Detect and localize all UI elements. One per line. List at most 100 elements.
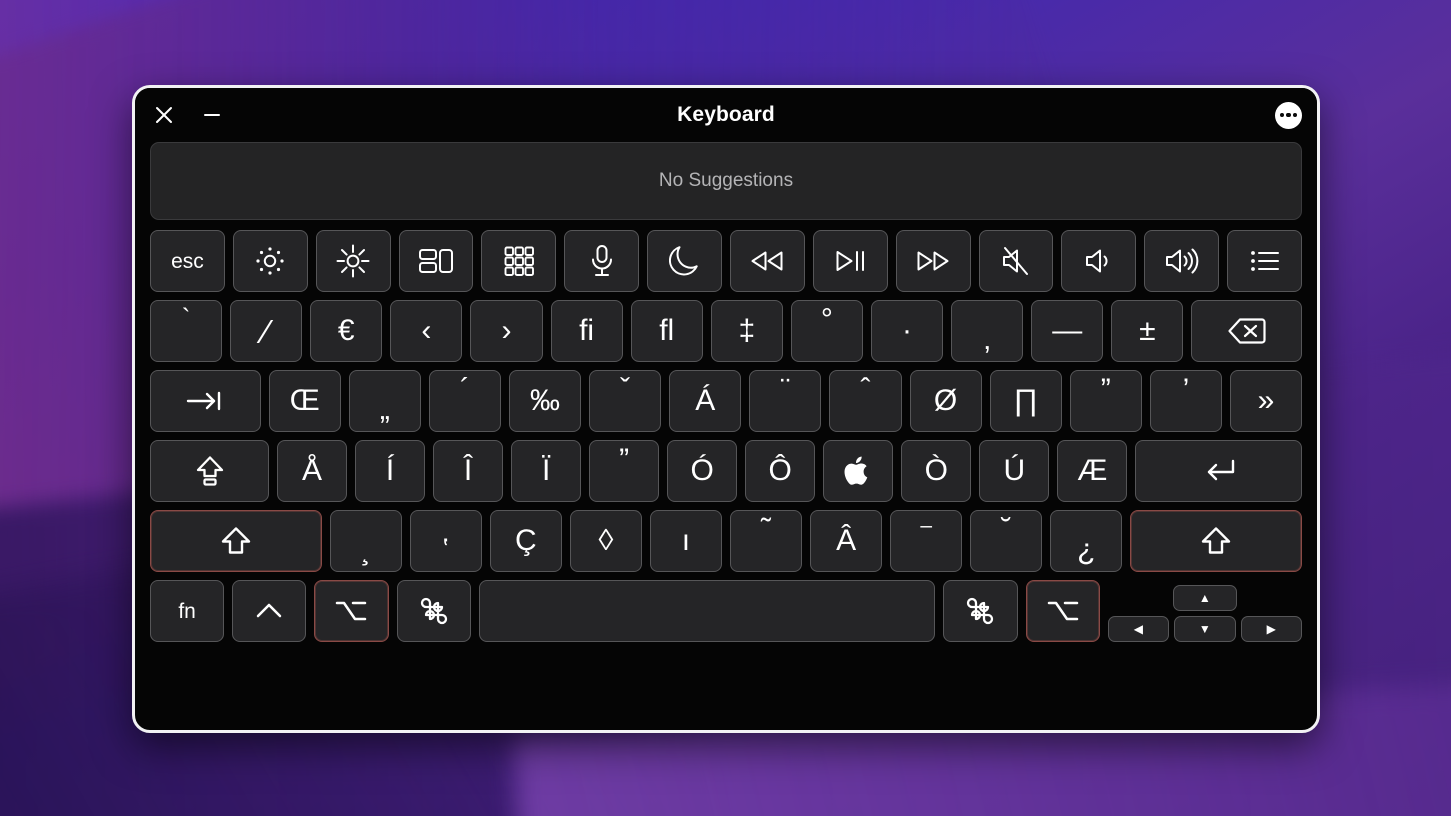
list-icon (1249, 248, 1281, 274)
key-euro[interactable]: € (310, 300, 383, 362)
key-breve[interactable]: ˘ (970, 510, 1043, 572)
key-arrow-up[interactable]: ▲ (1172, 585, 1238, 611)
key-command-left[interactable] (396, 580, 471, 642)
key-brightness-down[interactable] (232, 230, 308, 292)
rewind-icon (749, 248, 785, 274)
key-low-comma[interactable]: ‚ (951, 300, 1024, 362)
key-dictation[interactable] (564, 230, 640, 292)
key-o-grave-label: Ò (924, 454, 948, 487)
key-arrow-left[interactable]: ◀ (1107, 616, 1170, 642)
key-o-grave[interactable]: Ò (901, 440, 972, 502)
minimize-button[interactable] (197, 100, 227, 130)
arrow-bottom-row: ◀ ▼ ▶ (1107, 616, 1303, 642)
key-rewind[interactable] (730, 230, 805, 292)
key-reversed-quote[interactable]: ‛ (409, 510, 482, 572)
key-caron[interactable]: ˇ (589, 370, 662, 432)
suggestion-bar[interactable]: No Suggestions (150, 142, 1302, 220)
key-fast-forward[interactable] (895, 230, 971, 292)
key-control[interactable] (232, 580, 307, 642)
key-shift-left[interactable] (150, 510, 322, 572)
key-oe-ligature[interactable]: Œ (268, 370, 341, 432)
key-o-acute[interactable]: Ó (667, 440, 738, 502)
key-dotless-i[interactable]: ı (649, 510, 722, 572)
key-launchpad[interactable] (481, 230, 557, 292)
key-option-right[interactable] (1025, 580, 1100, 642)
key-delete[interactable] (1191, 300, 1303, 362)
key-a-acute[interactable]: Á (669, 370, 742, 432)
key-em-dash[interactable]: — (1031, 300, 1104, 362)
key-apple-logo[interactable] (823, 440, 894, 502)
key-double-dagger[interactable]: ‡ (710, 300, 783, 362)
arrow-top-row: ▲ (1108, 585, 1302, 611)
key-degree-label: ° (820, 303, 833, 336)
key-a-ring-label: Å (302, 454, 323, 487)
key-volume-up[interactable] (1144, 230, 1220, 292)
key-diaeresis-label: ¨ (780, 373, 791, 406)
key-arrow-down[interactable]: ▼ (1174, 616, 1236, 642)
key-tilde[interactable]: ˜ (729, 510, 803, 572)
key-lozenge[interactable]: ◊ (569, 510, 642, 572)
key-circumflex[interactable]: ˆ (829, 370, 902, 432)
key-grave[interactable]: ` (150, 300, 223, 362)
key-shift-right[interactable] (1130, 510, 1302, 572)
key-volume-down[interactable] (1061, 230, 1137, 292)
key-right-double-quote-2[interactable]: ” (589, 440, 660, 502)
key-command-right[interactable] (943, 580, 1018, 642)
key-u-acute[interactable]: Ú (979, 440, 1050, 502)
key-a-circumflex[interactable]: Â (810, 510, 883, 572)
key-right-guillemet[interactable]: » (1229, 370, 1303, 432)
key-right-single-quote[interactable]: ’ (1149, 370, 1222, 432)
key-right-double-quote-label: ” (1100, 373, 1111, 406)
key-i-diaeresis[interactable]: Ï (511, 440, 582, 502)
key-fi-ligature[interactable]: fi (550, 300, 623, 362)
key-option-left[interactable] (314, 580, 389, 642)
key-soft-hyphen[interactable]: ­– (890, 510, 963, 572)
key-slash[interactable]: ⁄ (230, 300, 303, 362)
key-diaeresis[interactable]: ¨ (749, 370, 822, 432)
key-c-cedilla[interactable]: Ç (489, 510, 562, 572)
key-em-dash-label: — (1052, 314, 1083, 347)
key-middle-dot[interactable]: · (870, 300, 944, 362)
close-button[interactable] (149, 100, 179, 130)
key-fl-ligature[interactable]: fl (630, 300, 703, 362)
volume-down-icon (1083, 246, 1115, 276)
option-icon (1046, 598, 1080, 624)
key-single-right-guillemet-label: › (501, 314, 512, 347)
key-n-ary-product[interactable]: ∏ (989, 370, 1062, 432)
key-cedilla[interactable]: ¸ (329, 510, 402, 572)
microphone-icon (589, 244, 615, 278)
more-options-button[interactable] (1275, 101, 1302, 129)
key-caps-lock[interactable] (150, 440, 270, 502)
key-ae-ligature[interactable]: Æ (1057, 440, 1128, 502)
key-i-circumflex[interactable]: Î (433, 440, 504, 502)
key-mission-control[interactable] (398, 230, 474, 292)
key-do-not-disturb[interactable] (647, 230, 723, 292)
key-inverted-question[interactable]: ¿ (1050, 510, 1123, 572)
key-degree[interactable]: ° (790, 300, 863, 362)
key-right-double-quote[interactable]: ” (1069, 370, 1142, 432)
key-plus-minus[interactable]: ± (1111, 300, 1184, 362)
key-single-right-guillemet[interactable]: › (470, 300, 543, 362)
key-per-mille[interactable]: ‰ (508, 370, 582, 432)
key-fn[interactable]: fn (150, 580, 225, 642)
function-row: esc (150, 230, 1303, 292)
key-o-circumflex[interactable]: Ô (745, 440, 816, 502)
key-brightness-up[interactable] (315, 230, 391, 292)
key-esc[interactable]: esc (150, 230, 225, 292)
key-return[interactable] (1135, 440, 1302, 502)
key-play-pause[interactable] (812, 230, 888, 292)
key-space[interactable] (478, 580, 936, 642)
key-mute[interactable] (978, 230, 1054, 292)
moon-icon (668, 244, 701, 278)
key-o-slash[interactable]: Ø (909, 370, 982, 432)
key-tab[interactable] (150, 370, 261, 432)
key-i-acute[interactable]: Í (355, 440, 426, 502)
key-a-ring[interactable]: Å (277, 440, 348, 502)
key-acute-accent[interactable]: ´ (428, 370, 501, 432)
home-row: Å Í Î Ï ” Ó Ô Ò Ú Æ (150, 440, 1302, 502)
key-low-double-quote[interactable]: „ (348, 370, 421, 432)
key-arrow-right[interactable]: ▶ (1240, 616, 1303, 642)
number-row: ` ⁄ € ‹ › fi fl ‡ ° · ‚ — ± (150, 300, 1303, 362)
key-single-left-guillemet[interactable]: ‹ (390, 300, 463, 362)
key-control-strip[interactable] (1227, 230, 1303, 292)
